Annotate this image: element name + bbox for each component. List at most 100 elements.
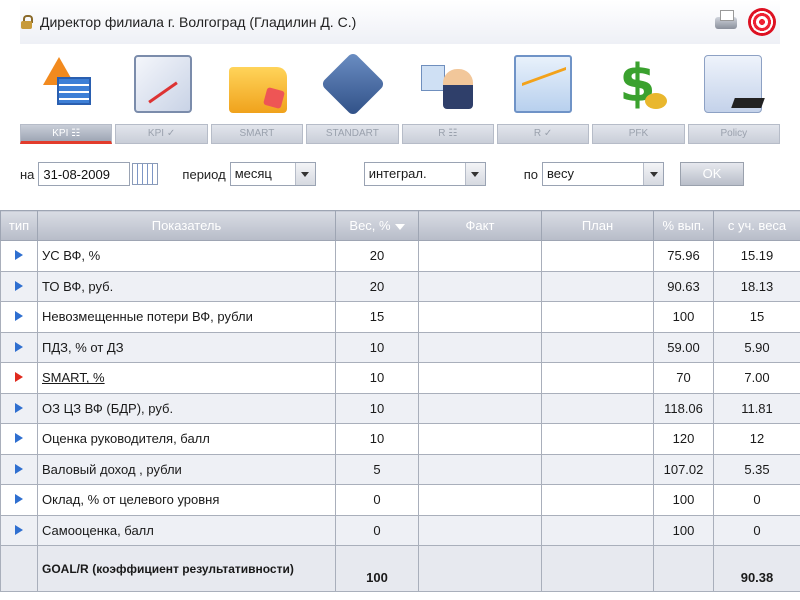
- row-type-cell[interactable]: [0, 362, 38, 394]
- row-type-cell[interactable]: [0, 392, 38, 424]
- row-type-cell[interactable]: [0, 331, 38, 363]
- tab-bar: KPI ☷ KPI ✓ SMART STANDART R ☷ R ✓ PFK P…: [20, 124, 780, 144]
- expand-arrow-icon[interactable]: [15, 311, 23, 322]
- tab-r-check[interactable]: R ✓: [496, 124, 590, 144]
- period-select[interactable]: месяц: [229, 162, 316, 186]
- smart-link[interactable]: SMART, %: [42, 370, 105, 385]
- tab-kpi-table[interactable]: KPI ☷: [20, 124, 113, 144]
- table-row[interactable]: Невозмещенные потери ВФ, рубли 15 100 15: [0, 301, 800, 333]
- col-header-type[interactable]: тип: [0, 210, 38, 241]
- expand-arrow-icon[interactable]: [15, 250, 23, 261]
- row-type-cell[interactable]: [0, 514, 38, 546]
- row-indicator: Валовый доход , рубли: [37, 453, 336, 485]
- expand-arrow-icon[interactable]: [15, 433, 23, 444]
- mode-value: интеграл.: [368, 166, 427, 181]
- module-icon-row: $: [20, 46, 780, 122]
- chevron-down-icon[interactable]: [464, 163, 485, 185]
- row-fact: [418, 484, 542, 516]
- table-row[interactable]: ТО ВФ, руб. 20 90.63 18.13: [0, 270, 800, 302]
- nav-kpi-table[interactable]: [20, 46, 115, 122]
- col-header-pct[interactable]: % вып.: [653, 210, 714, 241]
- nav-smart[interactable]: [210, 46, 305, 122]
- expand-arrow-icon[interactable]: [15, 341, 23, 352]
- table-row[interactable]: Валовый доход , рубли 5 107.02 5.35: [0, 453, 800, 485]
- row-weight: 0: [335, 484, 419, 516]
- sort-desc-icon: [394, 223, 405, 230]
- row-pct: 100: [653, 301, 714, 333]
- row-fact: [418, 301, 542, 333]
- expand-arrow-icon[interactable]: [15, 463, 23, 474]
- expand-arrow-icon[interactable]: [15, 402, 23, 413]
- table-row[interactable]: Оценка руководителя, балл 10 120 12: [0, 423, 800, 455]
- row-weight: 20: [335, 270, 419, 302]
- target-icon[interactable]: [748, 8, 776, 36]
- chevron-down-icon[interactable]: [294, 163, 315, 185]
- chevron-down-icon[interactable]: [643, 163, 663, 185]
- tab-policy[interactable]: Policy: [687, 124, 780, 144]
- col-header-plan[interactable]: План: [541, 210, 654, 241]
- row-plan: [541, 514, 654, 546]
- row-type-cell[interactable]: [0, 484, 38, 516]
- row-fact: [418, 331, 542, 363]
- chart-icon: [513, 55, 572, 113]
- nav-policy[interactable]: [685, 46, 780, 122]
- nav-r-table[interactable]: [400, 46, 495, 122]
- row-pct: 100: [653, 484, 714, 516]
- table-row[interactable]: Оклад, % от целевого уровня 0 100 0: [0, 484, 800, 516]
- lock-icon: [20, 15, 34, 29]
- row-weight: 10: [335, 362, 419, 394]
- tab-kpi-check[interactable]: KPI ✓: [115, 124, 208, 144]
- row-plan: [541, 362, 654, 394]
- total-pct: [653, 545, 714, 592]
- col-header-indicator[interactable]: Показатель: [37, 210, 336, 241]
- table-row[interactable]: ПДЗ, % от ДЗ 10 59.00 5.90: [0, 331, 800, 363]
- row-pct: 107.02: [653, 453, 714, 485]
- dollar-icon: $: [609, 55, 667, 113]
- tab-smart[interactable]: SMART: [210, 124, 304, 144]
- col-header-weight[interactable]: Вес, %: [335, 210, 419, 241]
- print-icon[interactable]: [712, 8, 740, 34]
- col-header-weighted[interactable]: с уч. веса: [713, 210, 800, 241]
- row-type-cell[interactable]: [0, 240, 38, 272]
- total-indicator: GOAL/R (коэффициент результативности): [37, 545, 336, 592]
- row-weighted: 0: [713, 484, 800, 516]
- ok-button[interactable]: OK: [680, 162, 744, 186]
- nav-r-check[interactable]: [495, 46, 590, 122]
- policy-icon: [703, 55, 762, 113]
- row-weight: 10: [335, 423, 419, 455]
- expand-arrow-icon[interactable]: [15, 524, 23, 535]
- alert-arrow-icon[interactable]: [15, 372, 23, 383]
- row-fact: [418, 362, 542, 394]
- row-indicator[interactable]: SMART, %: [37, 362, 336, 394]
- row-type-cell[interactable]: [0, 423, 38, 455]
- expand-arrow-icon[interactable]: [15, 280, 23, 291]
- nav-pfk[interactable]: $: [590, 46, 685, 122]
- row-type-cell[interactable]: [0, 453, 38, 485]
- row-type-cell[interactable]: [0, 270, 38, 302]
- row-type-cell[interactable]: [0, 301, 38, 333]
- table-row[interactable]: Самооценка, балл 0 100 0: [0, 514, 800, 546]
- tab-pfk[interactable]: PFK: [592, 124, 685, 144]
- row-indicator: Самооценка, балл: [37, 514, 336, 546]
- tab-standart[interactable]: STANDART: [306, 124, 399, 144]
- nav-kpi-check[interactable]: [115, 46, 210, 122]
- row-weighted: 15: [713, 301, 800, 333]
- by-select[interactable]: весу: [542, 162, 664, 186]
- date-input[interactable]: [38, 162, 131, 186]
- mode-select[interactable]: интеграл.: [363, 162, 486, 186]
- row-weighted: 12: [713, 423, 800, 455]
- expand-arrow-icon[interactable]: [15, 494, 23, 505]
- goal-icon: [319, 51, 386, 117]
- tab-r-table[interactable]: R ☷: [401, 124, 494, 144]
- table-row[interactable]: УС ВФ, % 20 75.96 15.19: [0, 240, 800, 272]
- table-row[interactable]: SMART, % 10 70 7.00: [0, 362, 800, 394]
- total-weighted: 90.38: [713, 545, 800, 592]
- table-row[interactable]: ОЗ ЦЗ ВФ (БДР), руб. 10 118.06 11.81: [0, 392, 800, 424]
- calendar-icon[interactable]: [132, 163, 159, 185]
- row-indicator: ОЗ ЦЗ ВФ (БДР), руб.: [37, 392, 336, 424]
- row-indicator: Невозмещенные потери ВФ, рубли: [37, 301, 336, 333]
- col-header-fact[interactable]: Факт: [418, 210, 542, 241]
- nav-standart[interactable]: [305, 46, 400, 122]
- toolbar: [712, 8, 776, 36]
- total-fact: [418, 545, 542, 592]
